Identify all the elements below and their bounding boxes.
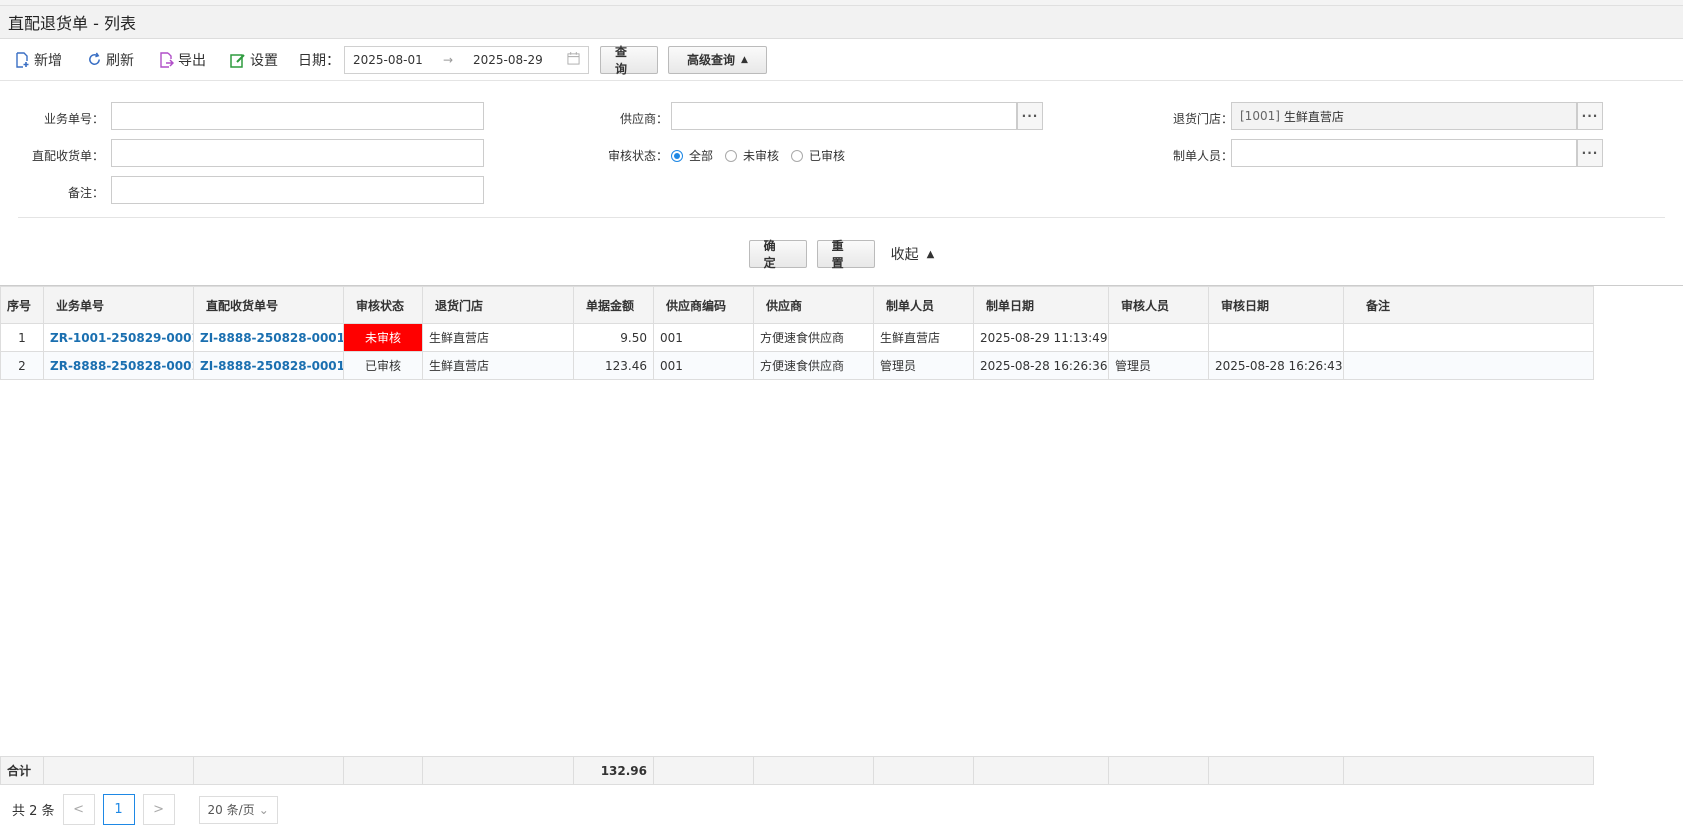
settings-button[interactable]: 设置: [230, 50, 278, 70]
export-button[interactable]: 导出: [158, 50, 206, 70]
filter-panel: 业务单号： 直配收货单： 备注： 供应商： ··· 审核状态： 全部 未审核 已…: [18, 81, 1665, 218]
col-header[interactable]: 供应商编码: [653, 286, 754, 324]
summary-row: 合计 132.96: [0, 756, 1594, 785]
audit-status-label: 审核状态：: [607, 149, 668, 163]
grid-table: 序号 业务单号 直配收货单号 审核状态 退货门店 单据金额 供应商编码 供应商 …: [0, 286, 1594, 380]
receipt-input[interactable]: [111, 139, 484, 167]
col-header[interactable]: 退货门店: [422, 286, 574, 324]
advanced-query-button[interactable]: 高级查询 ▲: [668, 45, 767, 74]
status-badge: 未审核: [343, 323, 423, 352]
audit-status-radios: 全部 未审核 已审核: [671, 147, 857, 164]
sum-amount: 132.96: [573, 756, 654, 785]
remark-label: 备注：: [67, 186, 104, 200]
reset-button[interactable]: 重 置: [816, 239, 875, 270]
filter-actions: 确 定 重 置 收起 ▲: [0, 218, 1683, 290]
page-title: 直配退货单 - 列表: [8, 14, 136, 33]
store-name: 生鲜直营店: [1283, 109, 1344, 124]
title-bar: 直配退货单 - 列表: [0, 6, 1683, 39]
radio-icon: [725, 149, 738, 162]
confirm-button[interactable]: 确 定: [748, 239, 807, 270]
add-button[interactable]: 新增: [14, 50, 62, 70]
sum-label: 合计: [0, 756, 44, 785]
date-from[interactable]: 2025-08-01: [353, 53, 443, 67]
pagination: 共 2 条 < 1 > 20 条/页 ⌄: [12, 794, 278, 825]
table-header-row: 序号 业务单号 直配收货单号 审核状态 退货门店 单据金额 供应商编码 供应商 …: [0, 286, 1594, 324]
toolbar: 新增 刷新 导出 设置 日期： 2025-08-01 → 2025-08-29 …: [0, 39, 1683, 81]
status-badge: 已审核: [343, 351, 423, 380]
col-header[interactable]: 制单人员: [873, 286, 974, 324]
edit-settings-icon: [230, 52, 246, 68]
col-header[interactable]: 审核人员: [1108, 286, 1209, 324]
table-row[interactable]: 2 ZR-8888-250828-0001 ZI-8888-250828-000…: [0, 351, 1594, 380]
store-input[interactable]: [1001] 生鲜直营店: [1231, 102, 1577, 130]
calendar-icon[interactable]: [567, 51, 580, 68]
col-header[interactable]: 制单日期: [973, 286, 1109, 324]
triangle-up-icon: ▲: [926, 248, 935, 260]
audit-radio-all[interactable]: 全部: [671, 147, 713, 164]
col-header[interactable]: 审核日期: [1208, 286, 1344, 324]
prev-page-button[interactable]: <: [62, 794, 95, 825]
col-header[interactable]: 业务单号: [43, 286, 194, 324]
radio-icon: [791, 149, 804, 162]
date-to[interactable]: 2025-08-29: [473, 53, 567, 67]
audit-radio-audited[interactable]: 已审核: [791, 147, 845, 164]
biz-no-label: 业务单号：: [43, 112, 104, 126]
receipt-label: 直配收货单：: [31, 149, 104, 163]
data-grid: 序号 业务单号 直配收货单号 审核状态 退货门店 单据金额 供应商编码 供应商 …: [0, 285, 1683, 785]
date-label: 日期：: [298, 52, 340, 69]
collapse-toggle[interactable]: 收起 ▲: [891, 244, 935, 264]
store-picker-button[interactable]: ···: [1577, 102, 1603, 130]
add-doc-icon: [14, 51, 30, 68]
receipt-no-link[interactable]: ZI-8888-250828-0001: [193, 351, 344, 380]
receipt-no-link[interactable]: ZI-8888-250828-0001: [193, 323, 344, 352]
remark-input[interactable]: [111, 176, 484, 204]
supplier-input[interactable]: [671, 102, 1017, 130]
export-icon: [158, 51, 174, 68]
next-page-button[interactable]: >: [142, 794, 175, 825]
biz-no-input[interactable]: [111, 102, 484, 130]
biz-no-link[interactable]: ZR-8888-250828-0001: [43, 351, 194, 380]
col-header[interactable]: 备注: [1343, 286, 1594, 324]
creator-input[interactable]: [1231, 139, 1577, 167]
refresh-button[interactable]: 刷新: [86, 50, 134, 70]
creator-label: 制单人员：: [1172, 149, 1233, 163]
triangle-up-icon: ▲: [741, 54, 748, 65]
chevron-down-icon: ⌄: [258, 802, 269, 817]
query-button[interactable]: 查 询: [600, 45, 658, 76]
radio-checked-icon: [671, 149, 683, 162]
store-label: 退货门店：: [1172, 112, 1233, 126]
col-header[interactable]: 审核状态: [343, 286, 423, 324]
col-header[interactable]: 供应商: [753, 286, 874, 324]
date-range-picker[interactable]: 2025-08-01 → 2025-08-29: [344, 45, 589, 74]
page-1-button[interactable]: 1: [102, 794, 135, 825]
col-header[interactable]: 序号: [0, 286, 44, 324]
total-count: 共 2 条: [12, 804, 55, 819]
audit-radio-unaudited[interactable]: 未审核: [725, 147, 779, 164]
page-size-select[interactable]: 20 条/页 ⌄: [198, 795, 278, 824]
supplier-label: 供应商：: [619, 112, 668, 126]
table-row[interactable]: 1 ZR-1001-250829-0001 ZI-8888-250828-000…: [0, 323, 1594, 352]
supplier-picker-button[interactable]: ···: [1017, 102, 1043, 130]
date-arrow: →: [443, 52, 454, 67]
biz-no-link[interactable]: ZR-1001-250829-0001: [43, 323, 194, 352]
col-header[interactable]: 单据金额: [573, 286, 654, 324]
store-code: [1001]: [1240, 109, 1280, 123]
creator-picker-button[interactable]: ···: [1577, 139, 1603, 167]
refresh-icon: [86, 52, 102, 68]
col-header[interactable]: 直配收货单号: [193, 286, 344, 324]
